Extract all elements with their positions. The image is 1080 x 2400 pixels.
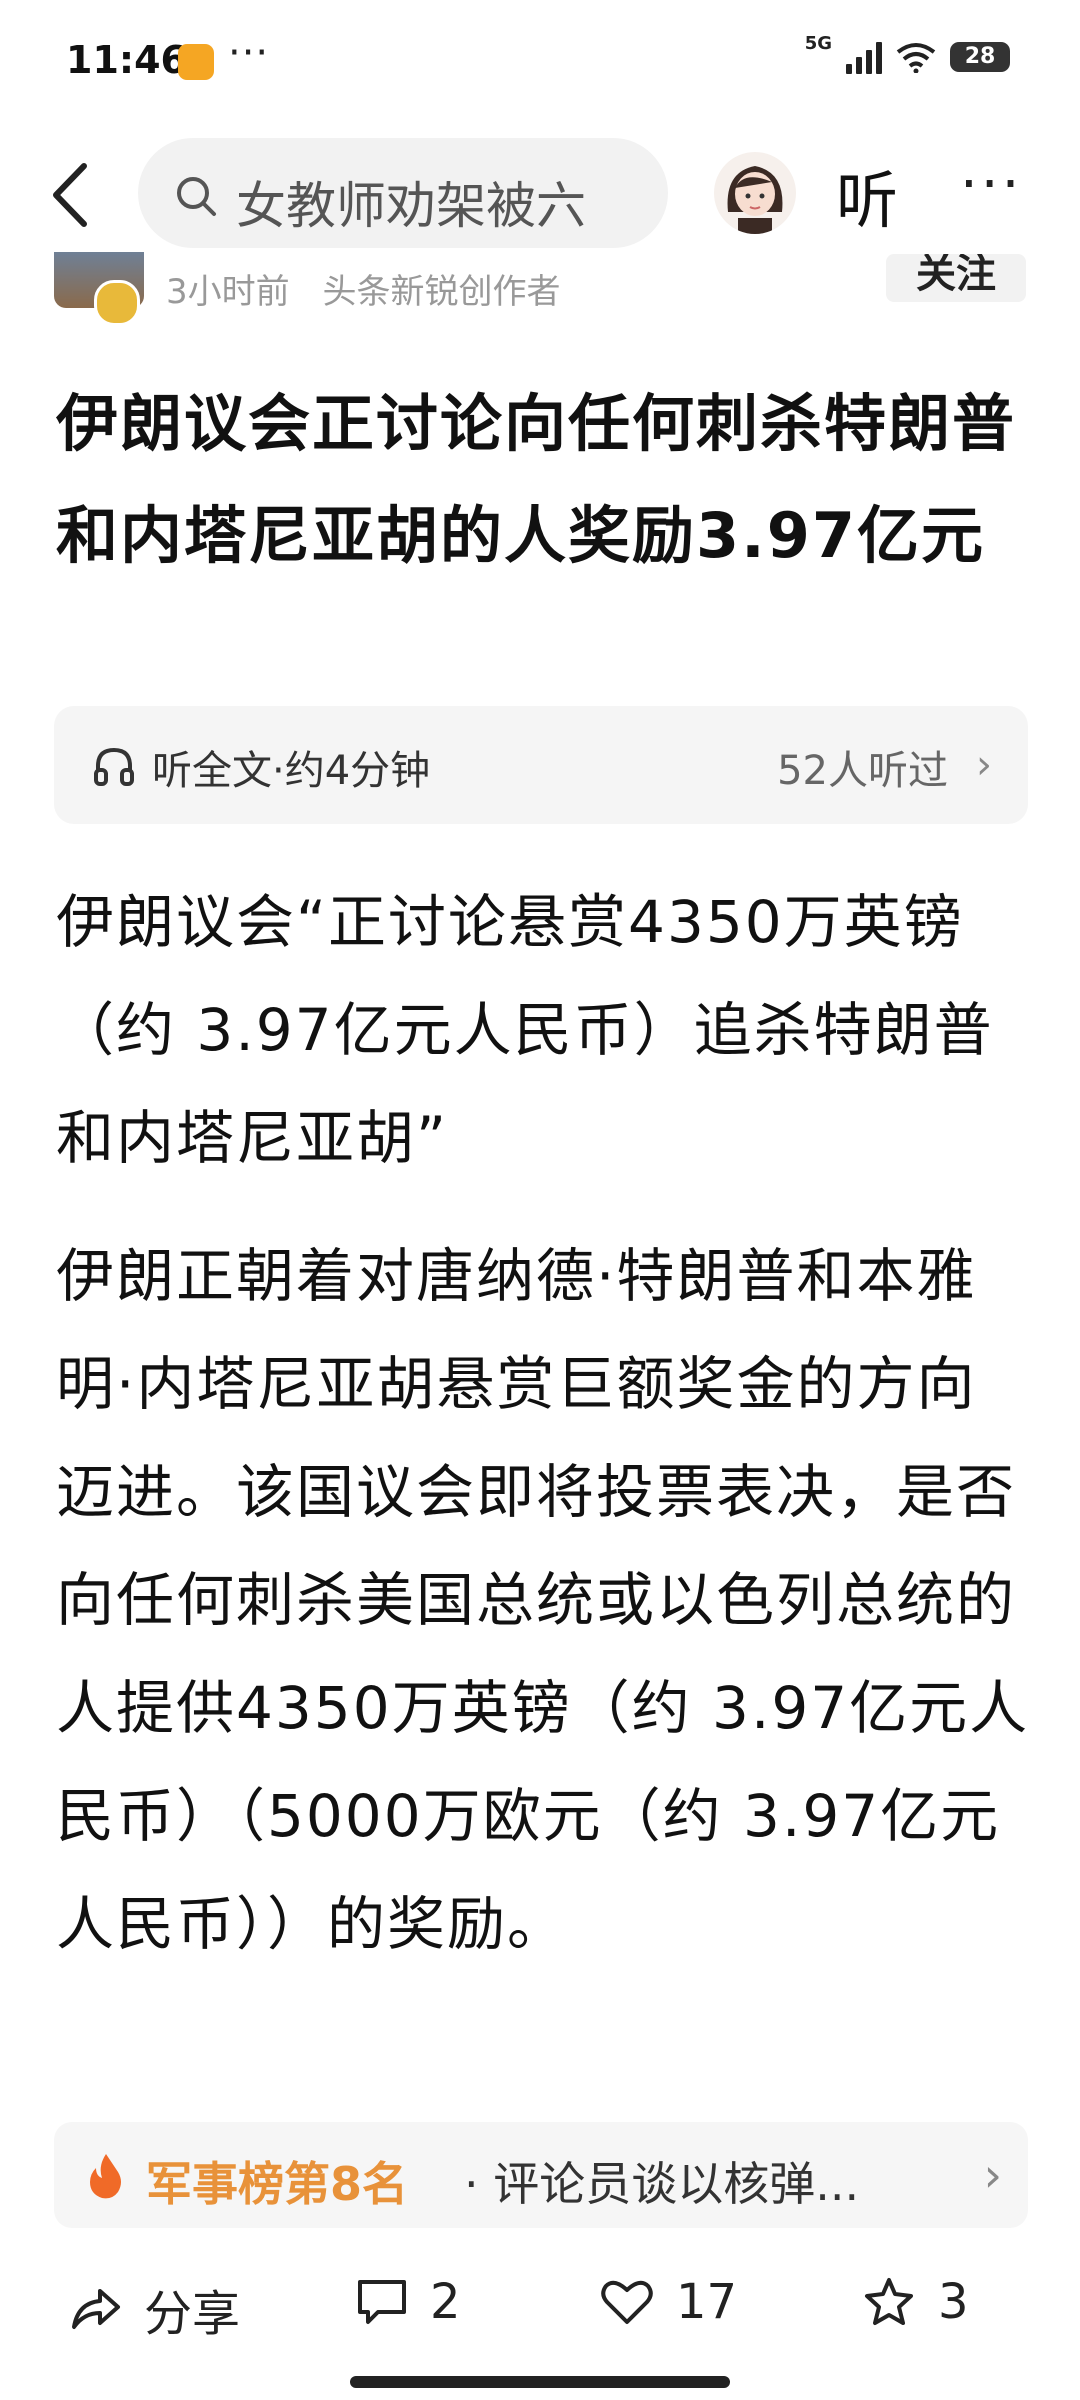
like-count: 17: [676, 2274, 738, 2330]
listen-count: 52人听过: [777, 748, 948, 794]
comment-count: 2: [430, 2274, 461, 2330]
status-indicators: 5G 28: [805, 33, 1010, 74]
share-label: 分享: [144, 2286, 241, 2342]
signal-icon: [846, 40, 882, 74]
headphone-icon: [94, 747, 134, 786]
comment-button[interactable]: 2: [356, 2274, 461, 2330]
chevron-right-icon: ›: [976, 742, 992, 788]
ranking-label: 军事榜第8名: [146, 2157, 409, 2211]
star-icon: [865, 2278, 913, 2325]
like-button[interactable]: 17: [600, 2274, 737, 2330]
share-icon: [72, 2289, 120, 2329]
status-bar: 11:46 ··· 5G 28: [0, 0, 1080, 120]
search-icon: [177, 177, 216, 216]
ranking-banner[interactable]: 军事榜第8名 · 评论员谈以核弹... ›: [54, 2122, 1028, 2228]
listen-full-text-card[interactable]: 听全文·约4分钟 52人听过 ›: [54, 706, 1028, 824]
creator-badge-icon: [94, 280, 140, 326]
app-notification-icon: [178, 44, 214, 80]
favorite-count: 3: [938, 2274, 969, 2330]
status-time: 11:46: [66, 38, 187, 82]
chevron-right-icon: ›: [983, 2148, 1002, 2202]
ranking-headline: · 评论员谈以核弹...: [464, 2157, 860, 2211]
listen-button[interactable]: 听: [836, 150, 898, 240]
follow-button[interactable]: 关注: [886, 254, 1026, 302]
author-tag: 头条新锐创作者: [322, 272, 561, 312]
back-arrow-icon[interactable]: [46, 160, 96, 230]
search-query-text: 女教师劝架被六: [236, 177, 586, 235]
author-row: 3小时前 头条新锐创作者 关注: [0, 252, 1080, 326]
article-title: 伊朗议会正讨论向任何刺杀特朗普和内塔尼亚胡的人奖励3.97亿元: [56, 387, 1017, 572]
user-avatar[interactable]: [714, 152, 796, 234]
fire-icon: [90, 2154, 121, 2199]
favorite-button[interactable]: 3: [862, 2274, 969, 2330]
heart-icon: [601, 2280, 653, 2324]
comment-icon: [358, 2280, 406, 2324]
battery-icon: 28: [950, 42, 1010, 72]
top-nav-bar: 女教师劝架被六 听 ···: [0, 130, 1080, 260]
avatar-face-icon: [727, 166, 783, 234]
article-paragraph: 伊朗议会“正讨论悬赏4350万英镑（约 3.97亿元人民币）追杀特朗普和内塔尼亚…: [56, 888, 994, 1172]
more-options-icon[interactable]: ···: [960, 152, 1022, 217]
home-indicator[interactable]: [350, 2376, 730, 2388]
network-type-label: 5G: [804, 32, 832, 54]
author-meta: 3小时前 头条新锐创作者: [166, 264, 560, 313]
share-button[interactable]: 分享: [70, 2274, 240, 2344]
wifi-icon: [896, 43, 936, 73]
article-paragraph: 伊朗正朝着对唐纳德·特朗普和本雅明·内塔尼亚胡悬赏巨额奖金的方向迈进。该国议会即…: [56, 1242, 1030, 1958]
more-notifications-icon: ···: [228, 30, 270, 76]
post-time: 3小时前: [166, 272, 290, 312]
listen-full-text-label: 听全文·约4分钟: [152, 748, 431, 794]
search-input[interactable]: 女教师劝架被六: [138, 138, 668, 248]
bottom-action-bar: 分享 2 17 3: [0, 2250, 1080, 2370]
